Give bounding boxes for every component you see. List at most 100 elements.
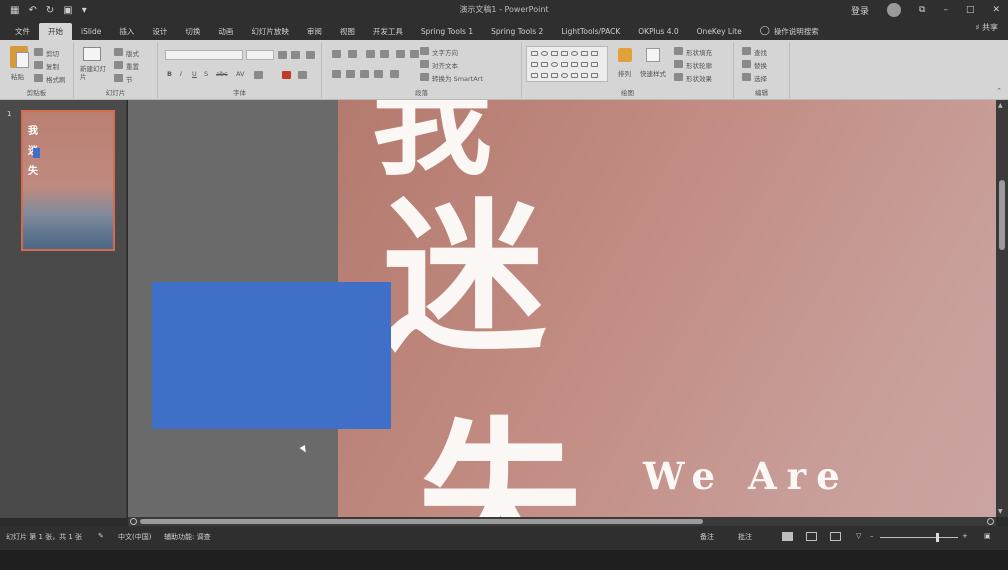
customize-qat-icon[interactable]: ▾ <box>82 5 87 16</box>
change-case-icon[interactable] <box>254 71 263 79</box>
clear-format-icon[interactable] <box>306 51 315 59</box>
maximize-button[interactable]: □ <box>966 5 975 15</box>
increase-font-icon[interactable] <box>278 51 287 59</box>
strikethrough-icon[interactable]: abc <box>216 70 228 78</box>
reading-view-icon[interactable] <box>830 532 841 541</box>
horizontal-scroll-thumb[interactable] <box>140 519 703 524</box>
slide-char-shi[interactable]: 失 <box>418 416 582 518</box>
align-text-label[interactable]: 对齐文本 <box>432 60 458 70</box>
shape-outline-icon[interactable] <box>674 60 683 68</box>
shape-line-icon[interactable] <box>551 51 558 56</box>
layout-label[interactable]: 版式 <box>126 48 139 58</box>
cut-label[interactable]: 剪切 <box>46 48 59 58</box>
present-icon[interactable]: ▣ <box>63 5 72 16</box>
shape-brace-icon[interactable] <box>531 62 538 67</box>
align-left-icon[interactable] <box>332 70 341 78</box>
new-slide-icon[interactable] <box>83 47 101 61</box>
italic-icon[interactable]: I <box>180 70 182 78</box>
vertical-scrollbar[interactable]: ▲ ▼ <box>996 100 1008 517</box>
shape-circle-icon[interactable] <box>571 51 578 56</box>
slide-char-mi[interactable]: 迷 <box>382 196 546 360</box>
scroll-down-icon[interactable]: ▼ <box>998 508 1003 515</box>
zoom-out-icon[interactable]: – <box>870 532 874 540</box>
shadow-icon[interactable]: S <box>204 70 208 78</box>
arrange-label[interactable]: 排列 <box>618 68 631 78</box>
format-painter-label[interactable]: 格式刷 <box>46 74 66 84</box>
shape-more-icon[interactable] <box>591 73 598 78</box>
shape-triangle-icon[interactable] <box>581 51 588 56</box>
smartart-icon[interactable] <box>420 73 429 81</box>
tab-islide[interactable]: iSlide <box>72 23 110 40</box>
avatar[interactable] <box>887 3 901 17</box>
tab-slideshow[interactable]: 幻灯片放映 <box>242 23 298 40</box>
normal-view-icon[interactable] <box>782 532 793 541</box>
slide-editing-area[interactable]: 我 迷 失 We Are <box>128 100 996 517</box>
font-color-icon[interactable] <box>282 71 291 79</box>
scroll-left-icon[interactable] <box>130 518 137 525</box>
shape-wave-icon[interactable] <box>591 62 598 67</box>
shape-bracket-icon[interactable] <box>541 62 548 67</box>
reset-label[interactable]: 重置 <box>126 61 139 71</box>
tab-home[interactable]: 开始 <box>39 23 72 40</box>
find-icon[interactable] <box>742 47 751 55</box>
tab-file[interactable]: 文件 <box>6 23 39 40</box>
blue-rectangle-shape[interactable] <box>152 282 391 429</box>
slide-canvas[interactable]: 我 迷 失 We Are <box>338 100 996 517</box>
shape-callout-icon[interactable] <box>531 73 538 78</box>
collapse-ribbon-icon[interactable]: ⌃ <box>996 87 1002 95</box>
zoom-slider-track[interactable] <box>880 537 958 538</box>
tab-spring-tools-2[interactable]: Spring Tools 2 <box>482 23 552 40</box>
tab-spring-tools-1[interactable]: Spring Tools 1 <box>412 23 482 40</box>
paste-label[interactable]: 粘贴 <box>11 71 24 81</box>
shape-textbox-icon[interactable] <box>591 51 598 56</box>
slide-thumbnail-pane[interactable]: 1 我 迷 失 <box>0 100 127 518</box>
shape-outline-label[interactable]: 形状轮廓 <box>686 60 712 70</box>
quick-styles-label[interactable]: 快速样式 <box>640 68 666 78</box>
underline-icon[interactable]: U <box>192 70 197 78</box>
horizontal-scrollbar[interactable] <box>128 517 996 526</box>
font-size-dropdown[interactable] <box>246 50 274 60</box>
copy-label[interactable]: 复制 <box>46 61 59 71</box>
replace-icon[interactable] <box>742 60 751 68</box>
zoom-in-icon[interactable]: + <box>962 532 968 540</box>
slide-sorter-view-icon[interactable] <box>806 532 817 541</box>
tab-okplus[interactable]: OKPlus 4.0 <box>629 23 687 40</box>
select-icon[interactable] <box>742 73 751 81</box>
notes-button[interactable]: 备注 <box>700 532 714 542</box>
scroll-right-icon[interactable] <box>987 518 994 525</box>
cut-icon[interactable] <box>34 48 43 56</box>
tab-review[interactable]: 审阅 <box>298 23 331 40</box>
share-button[interactable]: ♯ 共享 <box>976 22 998 33</box>
highlight-icon[interactable] <box>298 71 307 79</box>
shape-cube-icon[interactable] <box>581 73 588 78</box>
shape-banner-icon[interactable] <box>541 73 548 78</box>
spacing-icon[interactable]: AV <box>236 70 244 78</box>
shape-flow-icon[interactable] <box>551 73 558 78</box>
save-icon[interactable]: ▦ <box>10 5 19 16</box>
tab-animations[interactable]: 动画 <box>209 23 242 40</box>
text-direction-icon[interactable] <box>420 47 429 55</box>
columns-icon[interactable] <box>410 50 419 58</box>
replace-label[interactable]: 替换 <box>754 60 767 70</box>
font-name-dropdown[interactable] <box>165 50 243 60</box>
shape-cross-icon[interactable] <box>571 73 578 78</box>
shape-effects-label[interactable]: 形状效果 <box>686 73 712 83</box>
fit-to-window-icon[interactable]: ▣ <box>984 532 991 540</box>
close-button[interactable]: ✕ <box>992 5 1000 15</box>
sign-in-link[interactable]: 登录 <box>851 4 869 17</box>
text-direction-label[interactable]: 文字方向 <box>432 47 458 57</box>
we-are-text[interactable]: We Are <box>643 454 850 498</box>
spelling-icon[interactable]: ✎ <box>98 532 104 540</box>
numbering-icon[interactable] <box>348 50 357 58</box>
ribbon-display-options-button[interactable]: ⧉ <box>919 5 925 15</box>
arrange-icon[interactable] <box>618 48 632 62</box>
minimize-button[interactable]: – <box>943 5 948 15</box>
copy-icon[interactable] <box>34 61 43 69</box>
tab-transitions[interactable]: 切换 <box>176 23 209 40</box>
find-label[interactable]: 查找 <box>754 47 767 57</box>
undo-icon[interactable]: ↶ <box>28 5 36 16</box>
shape-freeform-icon[interactable] <box>581 62 588 67</box>
paste-icon[interactable] <box>10 46 29 68</box>
layout-icon[interactable] <box>114 48 123 56</box>
comments-button[interactable]: 批注 <box>738 532 752 542</box>
